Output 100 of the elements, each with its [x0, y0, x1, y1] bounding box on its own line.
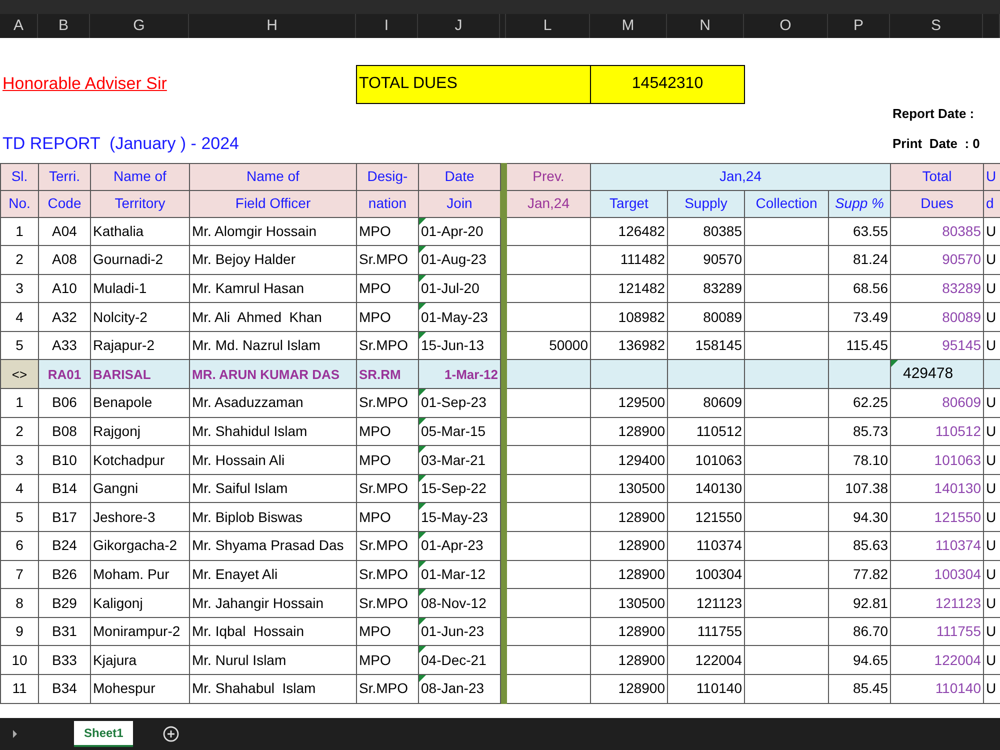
table-cell: 85.45	[828, 674, 890, 704]
table-cell: 128900	[590, 674, 668, 704]
comment-indicator-icon	[420, 418, 426, 425]
sheet-tab[interactable]: Sheet1	[74, 721, 134, 747]
table-cell: 110512	[668, 417, 744, 446]
table-cell: Mr. Shyama Prasad Das	[190, 532, 356, 560]
table-cell: 73.49	[828, 302, 890, 332]
table-cell: 429478	[890, 360, 984, 389]
column-header: Jan,24	[506, 190, 590, 217]
table-cell: 101063	[890, 446, 984, 474]
table-cell: 77.82	[828, 560, 890, 589]
column-header: Prev.	[506, 163, 590, 190]
table-cell: 03-Mar-21	[418, 446, 500, 474]
table-cell: 85.63	[828, 532, 890, 560]
comment-indicator-icon	[420, 218, 426, 224]
column-header: Name of	[190, 163, 356, 190]
column-letter[interactable]: M	[590, 14, 667, 38]
table-cell: B06	[38, 388, 90, 418]
comment-indicator-icon	[420, 475, 426, 482]
table-cell: 05-Mar-15	[418, 417, 500, 446]
table-cell: 108982	[590, 302, 668, 332]
table-cell: 140130	[890, 474, 984, 503]
table-cell: 01-Sep-23	[418, 388, 500, 418]
total-dues-label: TOTAL DUES	[356, 65, 590, 103]
table-cell: 129400	[590, 446, 668, 474]
table-cell: 01-Apr-23	[418, 532, 500, 560]
table-cell: MPO	[356, 446, 418, 474]
table-cell: 9	[0, 617, 38, 646]
column-letter[interactable]: H	[189, 14, 356, 38]
column-letter[interactable]: O	[744, 14, 828, 38]
table-cell: MPO	[356, 302, 418, 332]
table-cell: Mohespur	[90, 674, 190, 704]
comment-indicator-icon	[420, 446, 426, 454]
table-cell: 80609	[890, 388, 984, 418]
comment-indicator-icon	[420, 590, 426, 596]
table-cell: RA01	[38, 360, 90, 389]
table-cell: 128900	[590, 617, 668, 646]
column-header: Field Officer	[190, 190, 356, 217]
table-cell: 94.30	[828, 502, 890, 532]
table-cell: 62.25	[828, 388, 890, 418]
table-cell: 80089	[668, 302, 744, 332]
add-sheet-icon[interactable]	[163, 726, 180, 742]
table-cell: 5	[0, 502, 38, 532]
comment-indicator-icon	[420, 646, 426, 654]
column-letter[interactable]: B	[38, 14, 90, 38]
table-cell: Gikorgacha-2	[90, 532, 190, 560]
table-cell: 80089	[890, 302, 984, 332]
table-cell: B24	[38, 532, 90, 560]
table-cell: 92.81	[828, 588, 890, 618]
report-date: Report Date :	[892, 105, 976, 124]
table-cell: Sr.MPO	[356, 474, 418, 503]
comment-indicator-icon	[420, 675, 426, 682]
table-cell: 1-Mar-12	[418, 360, 500, 389]
table-cell: 81.24	[828, 246, 890, 274]
column-letter[interactable]: A	[0, 14, 38, 38]
table-cell: Mr. Hossain Ali	[190, 446, 356, 474]
table-cell: 86.70	[828, 617, 890, 646]
table-cell: 4	[0, 474, 38, 503]
table-cell: Moham. Pur	[90, 560, 190, 589]
table-cell: 80385	[668, 217, 744, 246]
column-header: Code	[38, 190, 90, 217]
table-cell: Mr. Kamrul Hasan	[190, 274, 356, 303]
table-cell: Monirampur-2	[90, 617, 190, 646]
table-cell: 100304	[890, 560, 984, 589]
column-letter[interactable]: P	[828, 14, 890, 38]
table-cell: Sr.MPO	[356, 246, 418, 274]
table-cell: BARISAL	[90, 360, 190, 389]
table-cell: MPO	[356, 217, 418, 246]
table-cell: 4	[0, 302, 38, 332]
table-cell: Mr. Biplob Biswas	[190, 502, 356, 532]
table-cell: 15-May-23	[418, 502, 500, 532]
column-letter[interactable]: I	[356, 14, 418, 38]
table-cell: B33	[38, 646, 90, 674]
table-cell: Mr. Alomgir Hossain	[190, 217, 356, 246]
table-cell: 128900	[590, 502, 668, 532]
column-letter[interactable]: J	[418, 14, 500, 38]
comment-indicator-icon	[420, 332, 426, 339]
column-header: Total	[890, 163, 984, 190]
table-cell: 110374	[890, 532, 984, 560]
column-letter[interactable]: G	[90, 14, 189, 38]
table-cell: 08-Nov-12	[418, 588, 500, 618]
column-letter[interactable]: N	[667, 14, 744, 38]
table-cell: 83289	[668, 274, 744, 303]
table-cell: 01-Aug-23	[418, 246, 500, 274]
table-cell: B26	[38, 560, 90, 589]
column-header: nation	[356, 190, 418, 217]
table-cell: MPO	[356, 417, 418, 446]
table-cell: 90570	[890, 246, 984, 274]
table-cell: Gournadi-2	[90, 246, 190, 274]
table-cell: Sr.MPO	[356, 588, 418, 618]
comment-indicator-icon	[420, 275, 426, 282]
column-letter[interactable]: S	[890, 14, 983, 38]
table-cell: 110512	[890, 417, 984, 446]
table-cell: 01-Jun-23	[418, 617, 500, 646]
column-header: Sl.	[0, 163, 38, 190]
table-cell: 10	[0, 646, 38, 674]
column-letter[interactable]: L	[506, 14, 590, 38]
column-header: Target	[590, 190, 668, 217]
column-header: Supp %	[828, 190, 890, 217]
table-cell: 04-Dec-21	[418, 646, 500, 674]
